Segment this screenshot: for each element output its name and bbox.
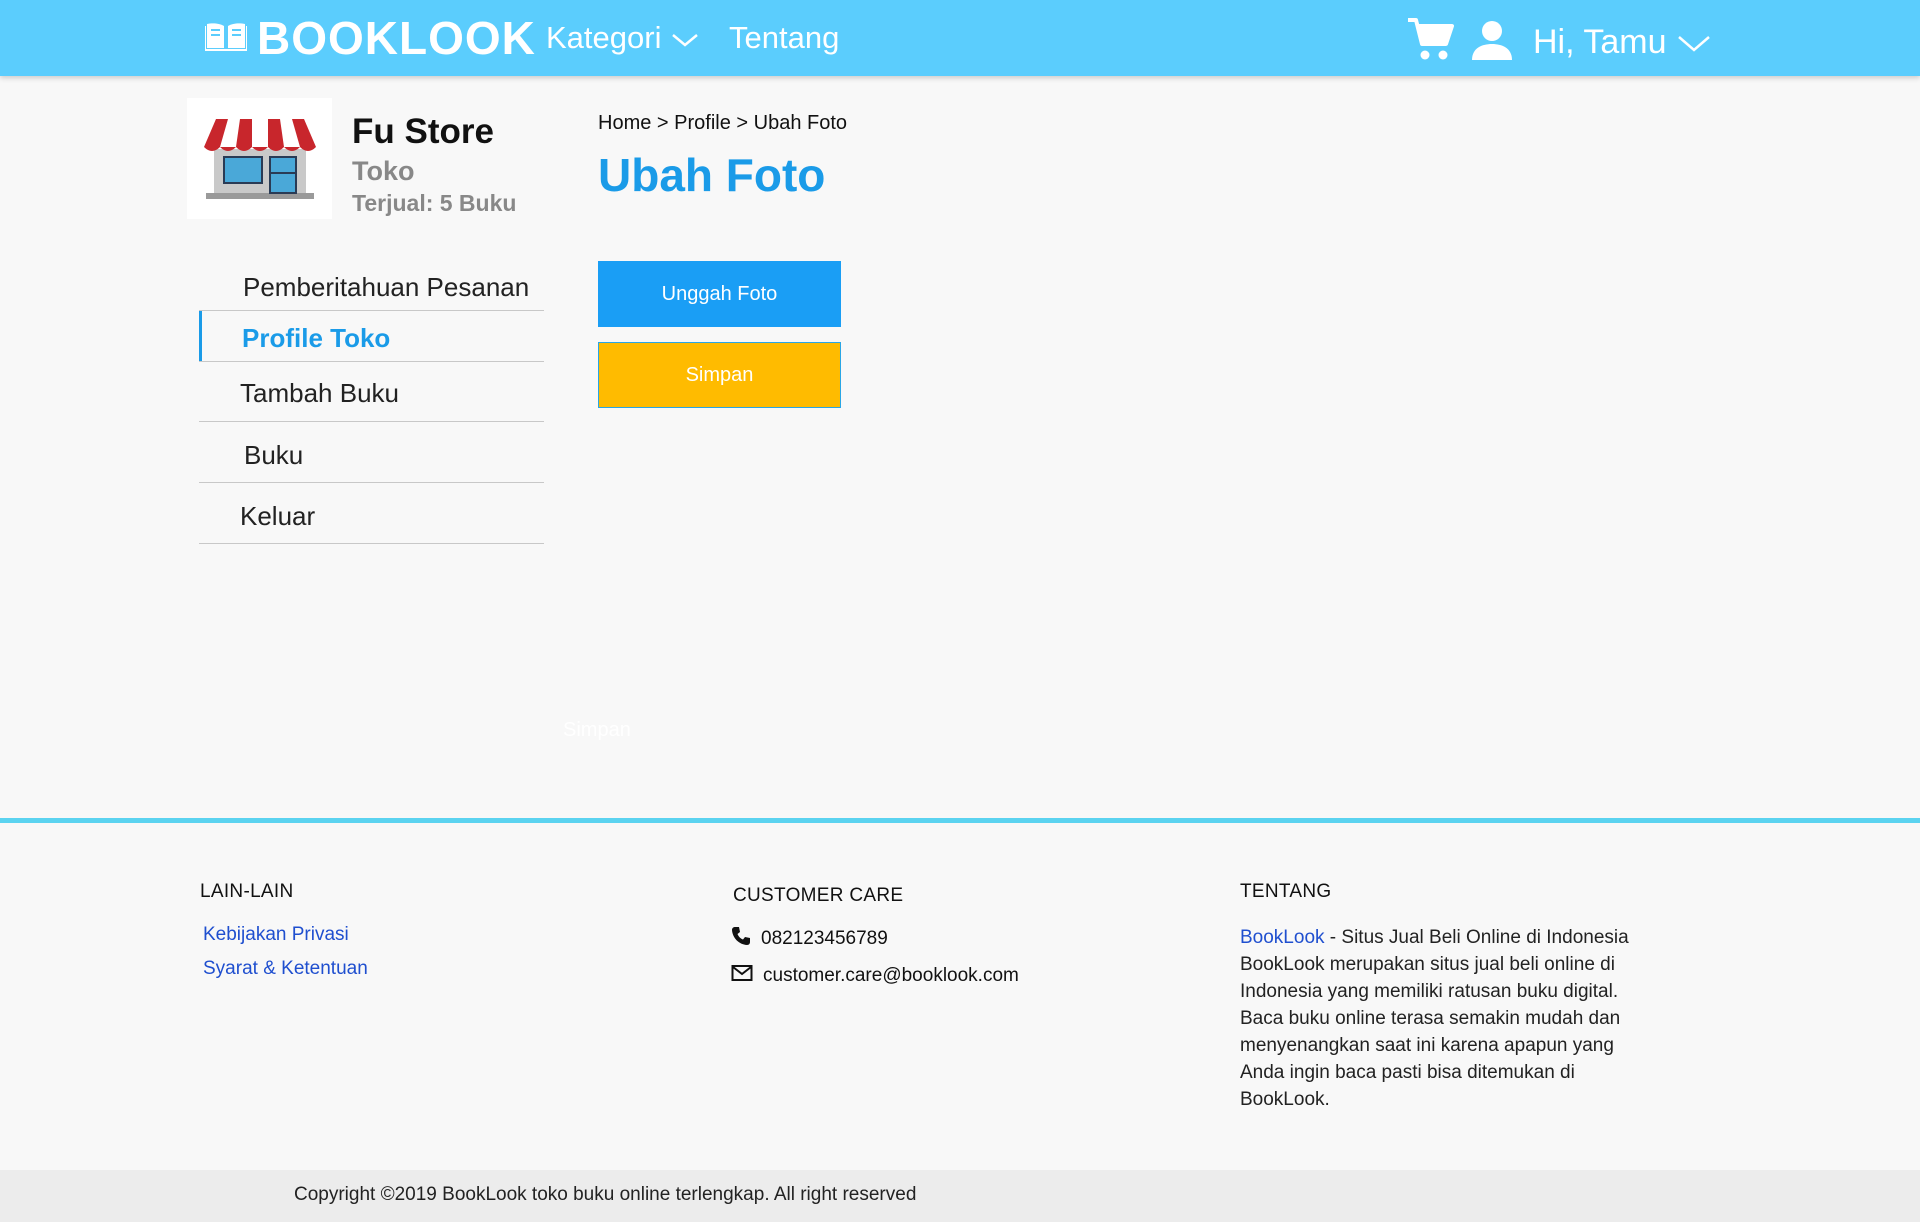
breadcrumb-profile[interactable]: Profile xyxy=(674,112,731,134)
upload-photo-button[interactable]: Unggah Foto xyxy=(598,261,841,327)
breadcrumb-home[interactable]: Home xyxy=(598,112,651,134)
sidebar-item-tambah-buku[interactable]: Tambah Buku xyxy=(199,362,544,422)
phone-icon xyxy=(731,926,751,952)
sidebar-item-label: Buku xyxy=(244,440,304,470)
sidebar-item-label: Keluar xyxy=(240,501,316,531)
footer-about-description: - Situs Jual Beli Online di Indonesia Bo… xyxy=(1240,927,1629,1110)
logo-text: BOOKLOOK xyxy=(257,12,536,64)
footer-link-kebijakan-privasi[interactable]: Kebijakan Privasi xyxy=(203,924,349,946)
chevron-down-icon xyxy=(1677,23,1711,62)
save-button[interactable]: Simpan xyxy=(598,342,841,408)
greeting-text: Hi, Tamu xyxy=(1533,22,1667,61)
footer-email: customer.care@booklook.com xyxy=(731,964,1019,988)
phone-number[interactable]: 082123456789 xyxy=(761,928,888,950)
footer-heading-customer-care: CUSTOMER CARE xyxy=(733,885,904,906)
site-logo[interactable]: BOOKLOOK xyxy=(204,12,536,64)
sidebar-item-buku[interactable]: Buku xyxy=(199,422,544,483)
sidebar-item-keluar[interactable]: Keluar xyxy=(199,483,544,544)
footer-heading-lain-lain: LAIN-LAIN xyxy=(200,881,294,902)
sidebar-item-label: Profile Toko xyxy=(242,323,391,353)
breadcrumb-current: Ubah Foto xyxy=(753,112,848,134)
store-sold-count: Terjual: 5 Buku xyxy=(352,190,517,216)
nav-tentang-label: Tentang xyxy=(729,20,840,55)
sidebar-menu: Pemberitahuan Pesanan Profile Toko Tamba… xyxy=(199,258,544,544)
mail-icon xyxy=(731,964,753,988)
breadcrumb: Home > Profile > Ubah Foto xyxy=(598,112,847,135)
user-icon[interactable] xyxy=(1470,18,1514,67)
chevron-down-icon xyxy=(671,20,699,56)
nav-tentang[interactable]: Tentang xyxy=(729,20,839,56)
footer-link-syarat-ketentuan[interactable]: Syarat & Ketentuan xyxy=(203,958,368,980)
copyright-bar: Copyright ©2019 BookLook toko buku onlin… xyxy=(0,1170,1920,1222)
page-title: Ubah Foto xyxy=(598,149,826,201)
faint-save-text: Simpan xyxy=(563,719,631,741)
footer-brand-link[interactable]: BookLook xyxy=(1240,927,1325,948)
sidebar-item-label: Pemberitahuan Pesanan xyxy=(243,272,530,302)
user-menu[interactable]: Hi, Tamu xyxy=(1533,22,1711,62)
footer-heading-tentang: TENTANG xyxy=(1240,881,1332,902)
sidebar-item-pemberitahuan-pesanan[interactable]: Pemberitahuan Pesanan xyxy=(199,258,544,311)
footer-phone: 082123456789 xyxy=(731,926,888,952)
nav-kategori-label: Kategori xyxy=(546,20,662,55)
footer-about-text: BookLook - Situs Jual Beli Online di Ind… xyxy=(1240,924,1660,1113)
breadcrumb-separator: > xyxy=(730,112,754,134)
cart-icon[interactable] xyxy=(1406,16,1454,67)
breadcrumb-separator: > xyxy=(651,112,675,134)
nav-kategori[interactable]: Kategori xyxy=(546,20,699,56)
book-icon xyxy=(204,20,248,57)
top-navbar: BOOKLOOK Kategori Tentang Hi, Tamu xyxy=(0,0,1920,76)
copyright-text: Copyright ©2019 BookLook toko buku onlin… xyxy=(294,1184,917,1205)
email-address[interactable]: customer.care@booklook.com xyxy=(763,965,1019,987)
store-avatar xyxy=(187,98,332,219)
store-name: Fu Store xyxy=(352,112,494,151)
store-type: Toko xyxy=(352,156,415,186)
footer-divider xyxy=(0,818,1920,823)
sidebar-item-label: Tambah Buku xyxy=(240,378,399,408)
sidebar-item-profile-toko[interactable]: Profile Toko xyxy=(199,311,544,362)
